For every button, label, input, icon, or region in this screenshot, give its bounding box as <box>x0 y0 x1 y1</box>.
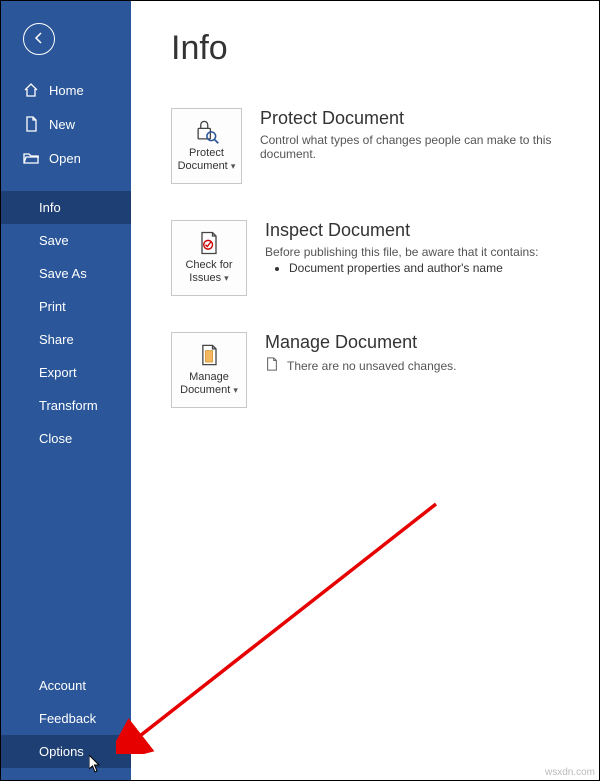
manage-document-text: Manage Document There are no unsaved cha… <box>265 332 456 374</box>
inspect-desc: Before publishing this file, be aware th… <box>265 245 539 259</box>
sidebar-item-transform[interactable]: Transform <box>1 389 131 422</box>
protect-document-tile[interactable]: Protect Document ▾ <box>171 108 242 184</box>
open-folder-icon <box>23 150 39 166</box>
sidebar-item-account[interactable]: Account <box>1 669 131 702</box>
sidebar-sub-items: Info Save Save As Print Share Export Tra… <box>1 191 131 455</box>
back-button[interactable] <box>23 23 55 55</box>
document-check-icon <box>195 229 223 257</box>
protect-heading: Protect Document <box>260 108 587 129</box>
new-document-icon <box>23 116 39 132</box>
nav-home-label: Home <box>49 83 84 98</box>
back-arrow-icon <box>31 30 47 49</box>
document-small-icon <box>265 357 279 374</box>
chevron-down-icon: ▾ <box>224 273 229 283</box>
manage-heading: Manage Document <box>265 332 456 353</box>
sidebar-item-info[interactable]: Info <box>1 191 131 224</box>
inspect-document-text: Inspect Document Before publishing this … <box>265 220 539 275</box>
watermark: wsxdn.com <box>545 767 595 778</box>
backstage-sidebar: Home New Open Info Save Save As Print Sh… <box>1 1 131 780</box>
home-icon <box>23 82 39 98</box>
nav-home[interactable]: Home <box>1 73 131 107</box>
sidebar-item-save-as[interactable]: Save As <box>1 257 131 290</box>
protect-document-row: Protect Document ▾ Protect Document Cont… <box>171 108 587 184</box>
protect-tile-label: Protect Document <box>178 147 228 172</box>
manage-desc: There are no unsaved changes. <box>287 359 456 373</box>
protect-document-text: Protect Document Control what types of c… <box>260 108 587 161</box>
inspect-bullet: Document properties and author's name <box>289 261 539 275</box>
sidebar-item-feedback[interactable]: Feedback <box>1 702 131 735</box>
sidebar-item-close[interactable]: Close <box>1 422 131 455</box>
sidebar-item-export[interactable]: Export <box>1 356 131 389</box>
sidebar-item-options[interactable]: Options <box>1 735 131 768</box>
manage-document-row: Manage Document ▾ Manage Document There … <box>171 332 587 408</box>
nav-new-label: New <box>49 117 75 132</box>
inspect-document-row: Check for Issues ▾ Inspect Document Befo… <box>171 220 587 296</box>
nav-new[interactable]: New <box>1 107 131 141</box>
manage-tile-label: Manage Document <box>180 371 230 396</box>
nav-open-label: Open <box>49 151 81 166</box>
nav-open[interactable]: Open <box>1 141 131 175</box>
info-page: Info Protect Document ▾ Protect Document… <box>131 1 599 780</box>
manage-document-tile[interactable]: Manage Document ▾ <box>171 332 247 408</box>
protect-desc: Control what types of changes people can… <box>260 133 587 161</box>
sidebar-bottom-items: Account Feedback Options <box>1 669 131 768</box>
document-manage-icon <box>195 341 223 369</box>
inspect-heading: Inspect Document <box>265 220 539 241</box>
chevron-down-icon: ▾ <box>231 161 236 171</box>
lock-search-icon <box>192 117 220 145</box>
sidebar-item-save[interactable]: Save <box>1 224 131 257</box>
check-for-issues-tile[interactable]: Check for Issues ▾ <box>171 220 247 296</box>
sidebar-item-print[interactable]: Print <box>1 290 131 323</box>
chevron-down-icon: ▾ <box>233 385 238 395</box>
page-title: Info <box>171 29 587 68</box>
sidebar-item-share[interactable]: Share <box>1 323 131 356</box>
